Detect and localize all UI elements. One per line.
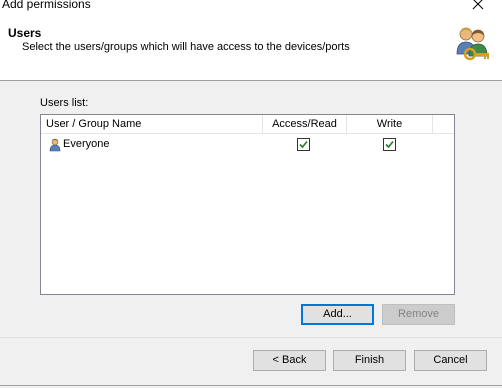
user-icon xyxy=(49,138,61,152)
footer-divider xyxy=(0,337,502,338)
add-button[interactable]: Add... xyxy=(301,304,374,325)
users-key-icon xyxy=(456,27,489,61)
users-list[interactable]: User / Group Name Access/Read Write Ever… xyxy=(40,114,455,295)
users-list-label: Users list: xyxy=(40,97,89,109)
page-subtitle: Select the users/groups which will have … xyxy=(22,41,350,53)
write-checkbox[interactable] xyxy=(383,138,396,151)
user-name: Everyone xyxy=(63,138,110,150)
window-bottom-edge xyxy=(0,385,502,386)
column-header-write[interactable]: Write xyxy=(347,115,433,133)
page-title: Users xyxy=(8,26,42,40)
list-header: User / Group Name Access/Read Write xyxy=(41,115,454,134)
access-read-checkbox[interactable] xyxy=(297,138,310,151)
back-button[interactable]: < Back xyxy=(253,350,326,371)
window-title: Add permissions xyxy=(2,0,91,11)
list-item[interactable]: Everyone xyxy=(41,134,454,156)
check-icon xyxy=(385,140,394,149)
column-header-name[interactable]: User / Group Name xyxy=(41,115,263,133)
column-header-access-read[interactable]: Access/Read xyxy=(263,115,347,133)
close-icon xyxy=(472,0,484,10)
title-bar: Add permissions xyxy=(0,0,502,14)
remove-button[interactable]: Remove xyxy=(382,304,455,325)
wizard-header: Users Select the users/groups which will… xyxy=(0,14,502,81)
close-button[interactable] xyxy=(466,0,490,14)
finish-button[interactable]: Finish xyxy=(333,350,406,371)
cancel-button[interactable]: Cancel xyxy=(414,350,487,371)
check-icon xyxy=(299,140,308,149)
